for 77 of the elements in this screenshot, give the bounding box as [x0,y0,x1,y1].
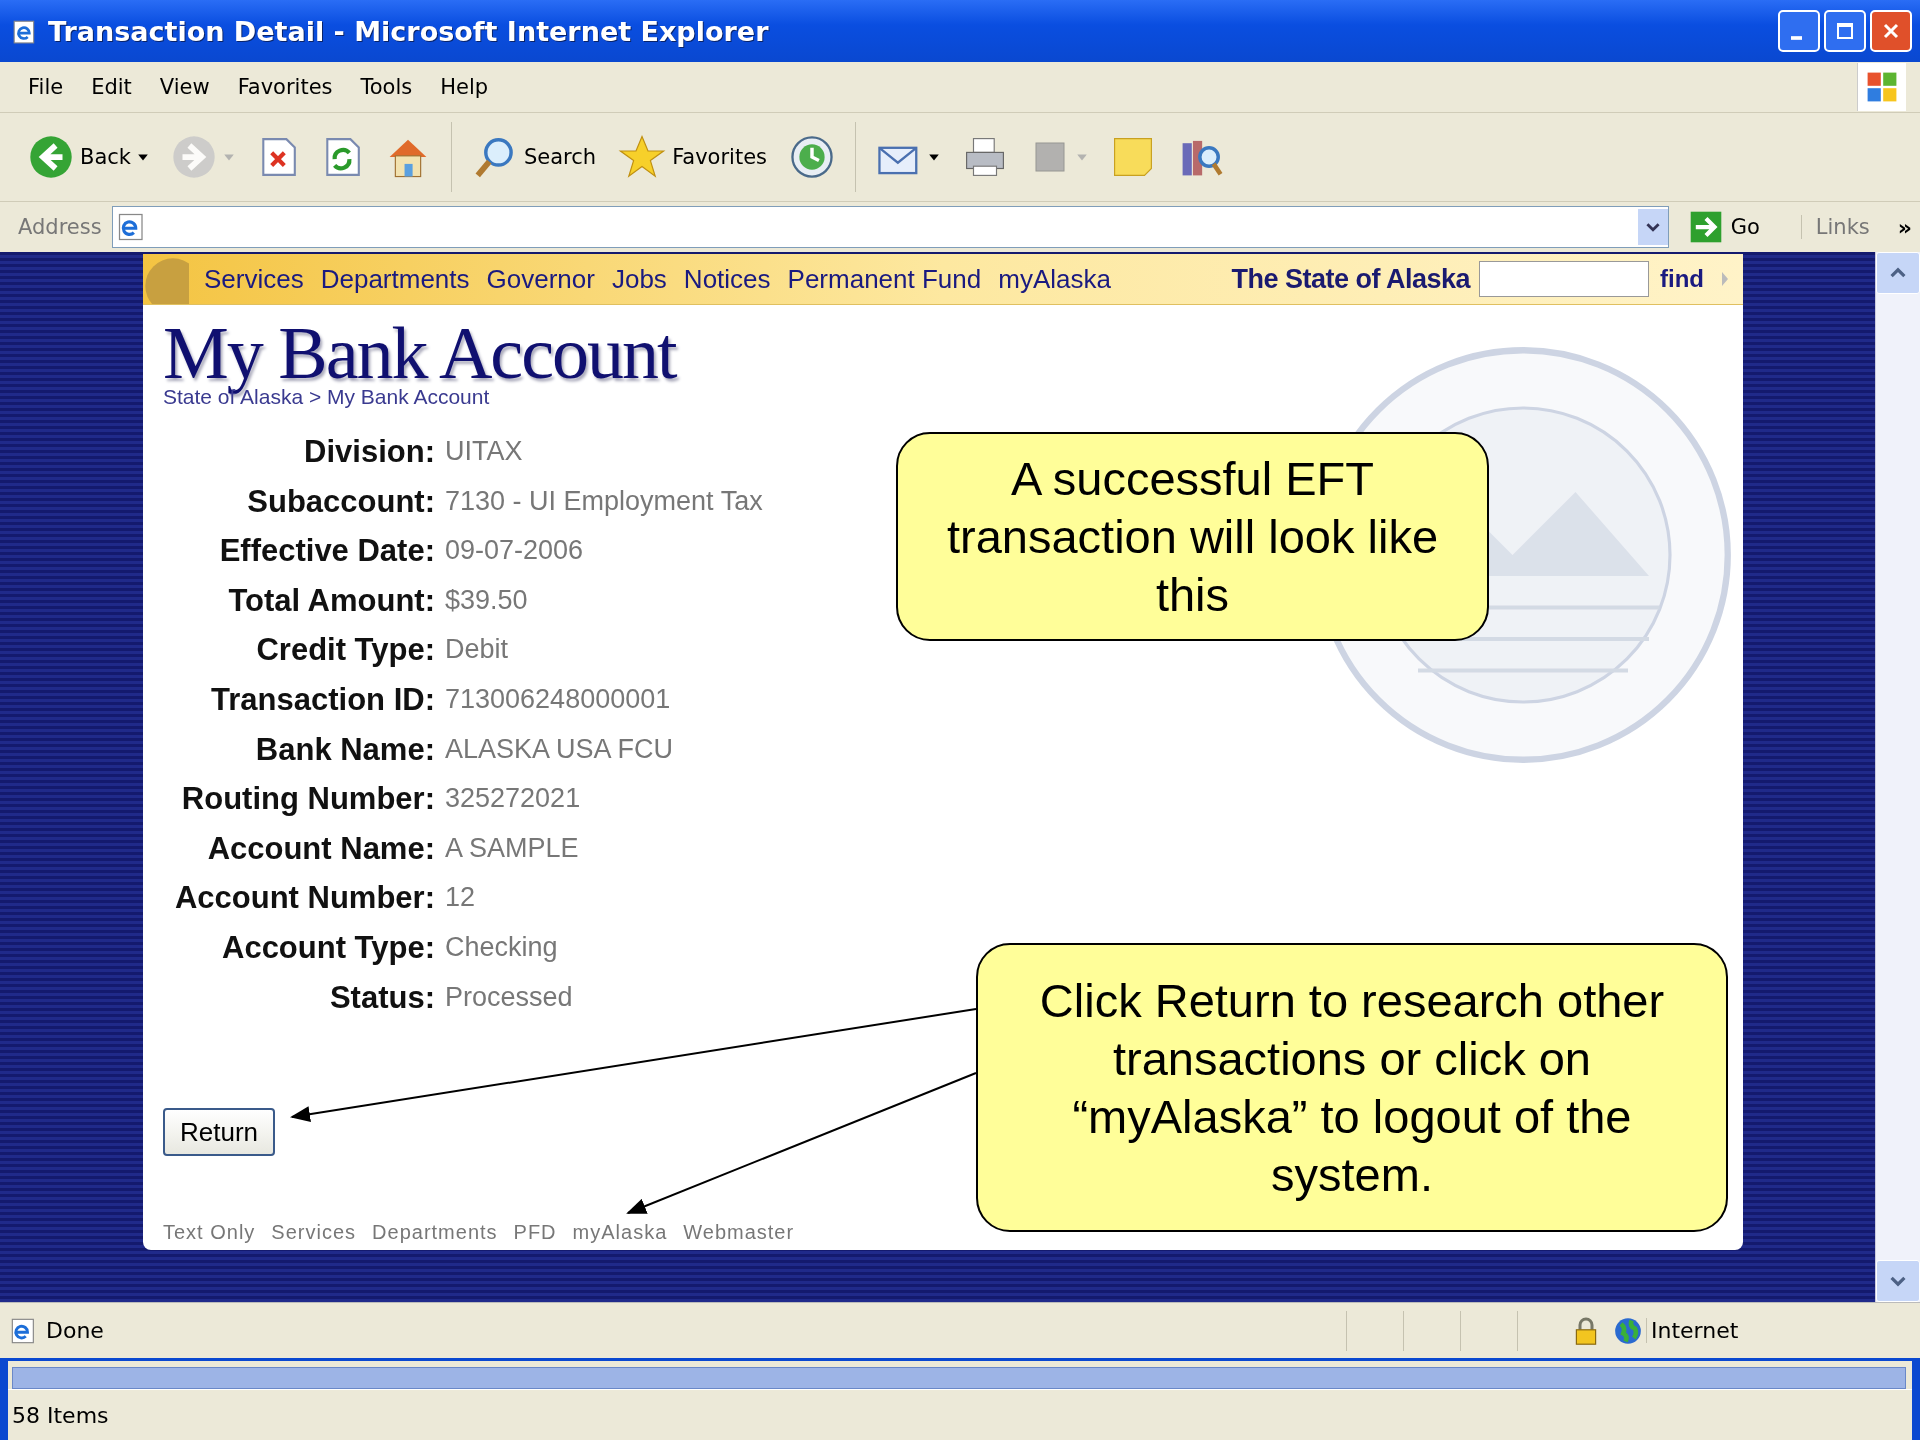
nav-link[interactable]: myAlaska [998,263,1111,295]
scrollbar[interactable] [12,1367,1906,1389]
nav-link[interactable]: Permanent Fund [787,263,982,295]
field-value: 09-07-2006 [445,534,585,568]
maximize-button[interactable] [1824,10,1866,52]
field-label: Account Name: [206,829,435,868]
minimize-icon [1790,36,1802,40]
field-value: A SAMPLE [445,831,580,865]
return-button[interactable]: Return [163,1108,275,1157]
window-title: Transaction Detail - Microsoft Internet Explorer [48,15,769,47]
field-label: Account Number: [173,879,435,918]
field-value: $39.50 [445,583,529,617]
field-label: Transaction ID: [210,680,435,719]
field-value: Checking [445,930,559,964]
field-value: 12 [445,881,477,915]
search-field[interactable] [1479,261,1649,297]
footer-link[interactable]: myAlaska [572,1221,668,1244]
dropdown-button[interactable] [1637,209,1668,245]
windows-logo-icon [1857,63,1906,111]
chevron-icon [1721,270,1729,288]
links-label[interactable]: Links [1800,215,1870,239]
maximize-icon [1835,21,1855,41]
field-value: 713006248000001 [445,682,672,716]
clock-icon [789,134,835,180]
nav-link[interactable]: Departments [320,263,470,295]
footer-link[interactable]: Services [271,1221,357,1244]
field-label: Status: [328,978,435,1017]
footer-link[interactable]: Departments [372,1221,498,1244]
nav-link[interactable]: Jobs [611,263,667,295]
menu-item[interactable]: View [145,75,224,99]
find-link[interactable]: find [1660,265,1704,293]
field-label: Account Type: [221,928,435,967]
field-value: UITAX [445,435,524,468]
field-value: Debit [445,633,510,667]
menu-item[interactable]: Help [426,75,503,99]
scroll-down-button[interactable] [1876,1260,1920,1302]
menu-item[interactable]: Tools [346,75,427,99]
address-label: Address [18,215,102,239]
scroll-up-button[interactable] [1876,252,1920,294]
field-value: Processed [445,980,574,1014]
lock-icon [1574,1315,1598,1346]
field-label: Bank Name: [254,730,435,769]
site-brand: The State of Alaska [1231,263,1470,295]
callout-bubble: Click Return to research other transactions or click on “myAlaska” to logout of the system. [976,943,1728,1232]
nav-link[interactable]: Governor [486,263,595,295]
status-text: Done [46,1318,105,1343]
field-label: Effective Date: [218,532,435,571]
nav-link[interactable]: Services [204,263,304,295]
globe-icon [1614,1316,1642,1345]
back-button[interactable]: Back [20,130,157,184]
field-label: Subaccount: [246,482,435,521]
menu-item[interactable]: Edit [77,75,146,99]
field-value: 325272021 [445,782,582,816]
address-field[interactable] [111,206,1669,248]
close-icon [1881,21,1901,41]
nav-link[interactable]: Notices [683,263,771,295]
field-value: ALASKA USA FCU [445,732,675,766]
footer-link[interactable]: Text Only [163,1221,256,1244]
close-button[interactable] [1870,10,1912,52]
callout-bubble: A successful EFT transaction will look like this [896,432,1489,641]
security-zone-label: Internet [1646,1318,1739,1343]
search-button[interactable]: Search [464,130,605,184]
minimize-button[interactable] [1778,10,1820,52]
status-text: 58 Items [11,1402,109,1428]
field-value: 7130 - UI Employment Tax [445,484,763,518]
menu-item[interactable]: Favorites [223,75,347,99]
more-chevron[interactable]: » [1897,214,1912,240]
field-label: Division: [303,433,435,471]
favorites-button[interactable]: Favorites [610,129,775,185]
field-label: Total Amount: [227,581,435,620]
menu-item[interactable]: File [14,75,78,99]
footer-link[interactable]: Webmaster [683,1221,795,1244]
footer-link[interactable]: PFD [513,1221,557,1244]
field-label: Credit Type: [255,631,435,670]
field-label: Routing Number: [180,780,435,819]
go-button[interactable]: Go [1682,209,1791,245]
chevron-down-icon [1645,220,1660,234]
